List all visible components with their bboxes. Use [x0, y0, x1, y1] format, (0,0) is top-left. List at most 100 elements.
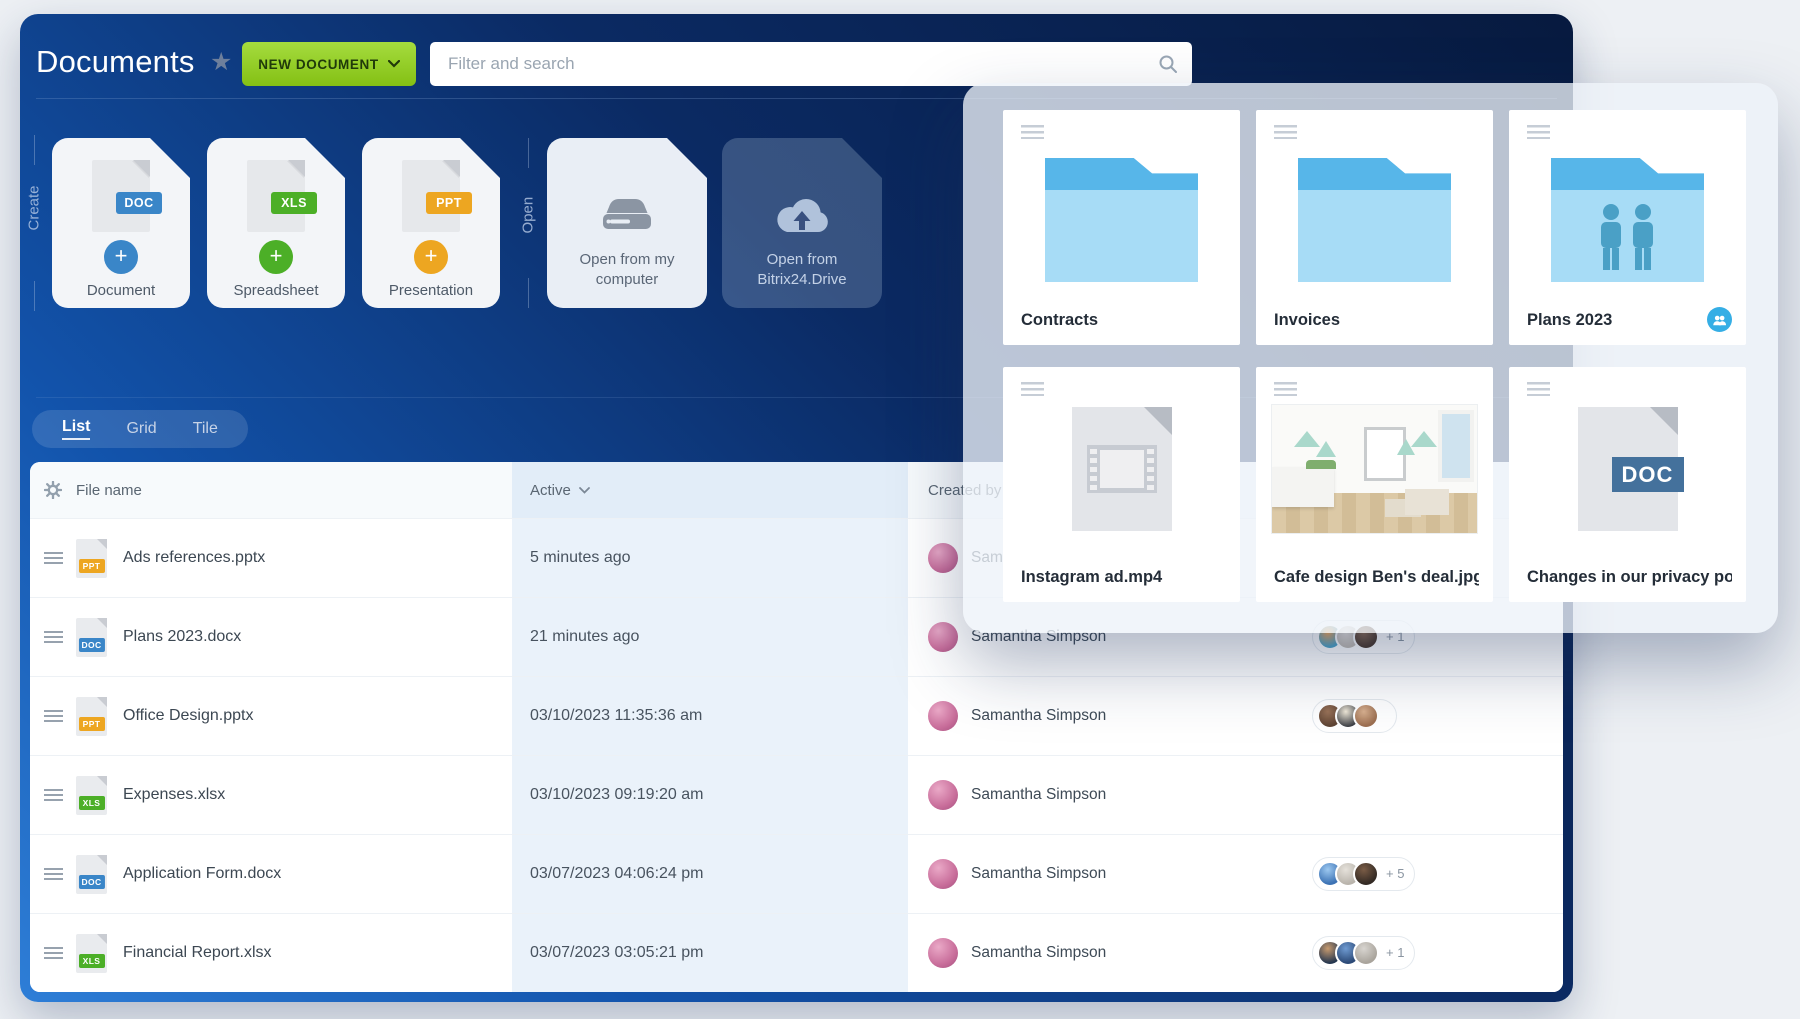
create-card-label: Presentation [362, 282, 500, 299]
cloud-upload-icon [772, 192, 832, 234]
create-section-label: Create [34, 179, 35, 267]
table-row[interactable]: DOC Application Form.docx 03/07/2023 04:… [30, 834, 1563, 913]
active-time: 03/07/2023 04:06:24 pm [512, 835, 908, 913]
film-strip-icon [1087, 445, 1157, 493]
drag-handle-icon[interactable] [44, 552, 63, 564]
tile-label[interactable]: Cafe design Ben's deal.jpg [1274, 568, 1479, 587]
creator-name[interactable]: Samantha Simpson [971, 707, 1106, 725]
shared-users-pill[interactable]: + 5 [1312, 857, 1415, 891]
file-name[interactable]: Office Design.pptx [123, 707, 253, 725]
tile-label[interactable]: Invoices [1274, 311, 1479, 330]
file-icon: DOC [76, 618, 107, 657]
view-switcher: List Grid Tile [32, 410, 248, 448]
tile-label[interactable]: Instagram ad.mp4 [1021, 568, 1226, 587]
new-document-button[interactable]: NEW DOCUMENT [242, 42, 416, 86]
file-icon: XLS [76, 934, 107, 973]
search-input[interactable] [430, 42, 1192, 86]
file-name[interactable]: Ads references.pptx [123, 549, 265, 567]
search-icon[interactable] [1158, 54, 1178, 74]
shared-folder-icon [1551, 158, 1704, 282]
table-row[interactable]: PPT Office Design.pptx 03/10/2023 11:35:… [30, 676, 1563, 755]
open-card-label: Open from my computer [547, 250, 707, 291]
active-time: 03/07/2023 03:05:21 pm [512, 914, 908, 992]
avatar[interactable] [928, 622, 958, 652]
folder-icon [1298, 158, 1451, 282]
avatar[interactable] [928, 543, 958, 573]
hard-drive-icon [599, 190, 655, 234]
drag-handle-icon[interactable] [44, 789, 63, 801]
create-card-label: Document [52, 282, 190, 299]
sort-chevron-icon [579, 487, 590, 494]
creator-name[interactable]: Samantha Simpson [971, 865, 1106, 883]
tile-label[interactable]: Contracts [1021, 311, 1226, 330]
column-active[interactable]: Active [512, 462, 908, 518]
shared-users-pill[interactable]: + 1 [1312, 936, 1415, 970]
creator-name[interactable]: Samantha Simpson [971, 944, 1106, 962]
avatar[interactable] [928, 859, 958, 889]
folder-icon [1045, 158, 1198, 282]
active-time: 5 minutes ago [512, 519, 908, 597]
image-thumbnail [1272, 405, 1477, 533]
tab-grid[interactable]: Grid [126, 420, 156, 438]
drag-handle-icon[interactable] [44, 868, 63, 880]
file-name[interactable]: Financial Report.xlsx [123, 944, 272, 962]
plus-icon: + [104, 240, 138, 274]
people-icon [1589, 204, 1667, 270]
gear-icon[interactable] [44, 481, 62, 499]
avatar[interactable] [928, 701, 958, 731]
tab-list[interactable]: List [62, 418, 90, 440]
shared-badge-icon [1707, 307, 1732, 332]
shared-count: + 5 [1386, 866, 1404, 881]
avatar[interactable] [928, 938, 958, 968]
document-file-icon: DOC [92, 160, 150, 232]
favorite-star-icon[interactable]: ★ [210, 50, 232, 75]
avatar [1353, 703, 1379, 729]
plus-icon: + [259, 240, 293, 274]
create-presentation-card[interactable]: PPT + Presentation [362, 138, 500, 308]
drag-handle-icon[interactable] [1527, 125, 1550, 139]
open-card-label: Open from Bitrix24.Drive [722, 250, 882, 291]
create-spreadsheet-card[interactable]: XLS + Spreadsheet [207, 138, 345, 308]
shared-users-pill[interactable] [1312, 699, 1397, 733]
column-file-name[interactable]: File name [76, 482, 512, 499]
tile-folder-plans-2023[interactable]: Plans 2023 [1509, 110, 1746, 345]
screen: Documents ★ NEW DOCUMENT Create DOC + Do… [0, 0, 1800, 1019]
drag-handle-icon[interactable] [1021, 125, 1044, 139]
drag-handle-icon[interactable] [1527, 382, 1550, 396]
table-row[interactable]: XLS Expenses.xlsx 03/10/2023 09:19:20 am… [30, 755, 1563, 834]
open-from-computer-card[interactable]: Open from my computer [547, 138, 707, 308]
tile-label[interactable]: Changes in our privacy polic... [1527, 568, 1732, 587]
xls-badge: XLS [271, 192, 317, 214]
file-icon: PPT [76, 697, 107, 736]
tile-image-cafe-design[interactable]: Cafe design Ben's deal.jpg [1256, 367, 1493, 602]
file-name[interactable]: Expenses.xlsx [123, 786, 225, 804]
create-document-card[interactable]: DOC + Document [52, 138, 190, 308]
avatar[interactable] [928, 780, 958, 810]
ppt-badge: PPT [426, 192, 472, 214]
active-time: 03/10/2023 09:19:20 am [512, 756, 908, 834]
create-card-label: Spreadsheet [207, 282, 345, 299]
tile-doc-privacy-policy[interactable]: DOC Changes in our privacy polic... [1509, 367, 1746, 602]
file-icon: PPT [76, 539, 107, 578]
drag-handle-icon[interactable] [1274, 382, 1297, 396]
active-time: 03/10/2023 11:35:36 am [512, 677, 908, 755]
drag-handle-icon[interactable] [44, 631, 63, 643]
open-from-drive-card[interactable]: Open from Bitrix24.Drive [722, 138, 882, 308]
tab-tile[interactable]: Tile [193, 420, 218, 438]
drag-handle-icon[interactable] [44, 947, 63, 959]
doc-badge: DOC [116, 192, 162, 214]
drag-handle-icon[interactable] [44, 710, 63, 722]
creator-name[interactable]: Samantha Simpson [971, 786, 1106, 804]
drag-handle-icon[interactable] [1021, 382, 1044, 396]
tile-folder-invoices[interactable]: Invoices [1256, 110, 1493, 345]
avatar [1353, 940, 1379, 966]
file-name[interactable]: Plans 2023.docx [123, 628, 241, 646]
tile-video-instagram-ad[interactable]: Instagram ad.mp4 [1003, 367, 1240, 602]
drag-handle-icon[interactable] [1274, 125, 1297, 139]
table-row[interactable]: XLS Financial Report.xlsx 03/07/2023 03:… [30, 913, 1563, 992]
tile-label[interactable]: Plans 2023 [1527, 311, 1698, 330]
chevron-down-icon [388, 60, 400, 68]
avatar [1353, 861, 1379, 887]
file-name[interactable]: Application Form.docx [123, 865, 281, 883]
tile-folder-contracts[interactable]: Contracts [1003, 110, 1240, 345]
